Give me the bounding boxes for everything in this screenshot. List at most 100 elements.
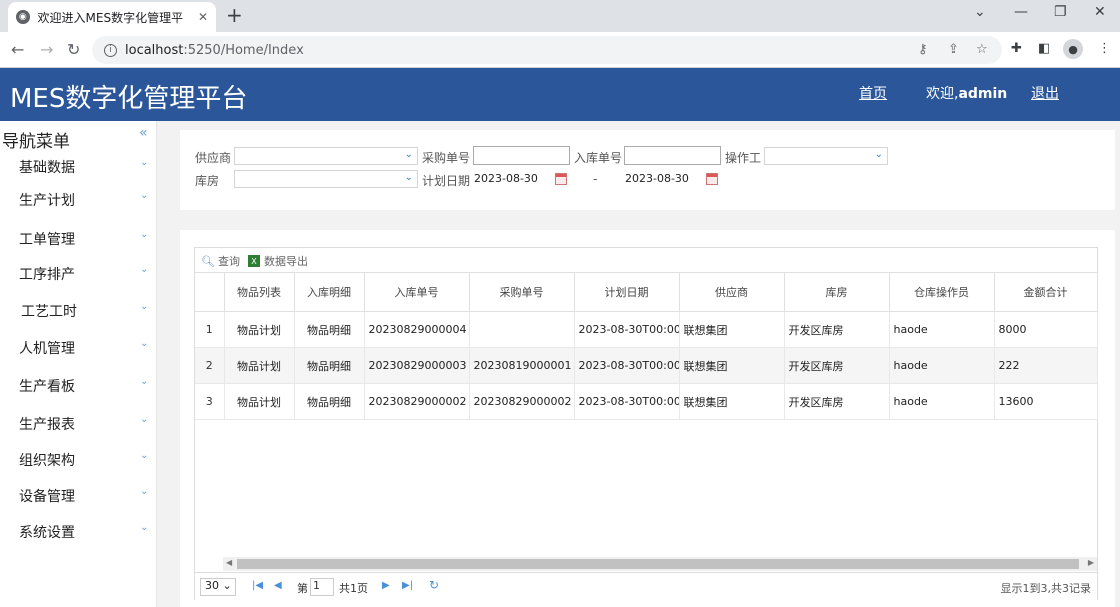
new-tab-button[interactable]: + (226, 5, 243, 25)
key-icon[interactable]: ⚷ (918, 42, 928, 57)
plan-date-cell: 2023-08-30T00:00:00 (574, 383, 680, 420)
sidebar-item-production-plan[interactable]: 生产计划 ⌄ (0, 187, 157, 213)
chevron-down-icon: ⌄ (140, 450, 149, 461)
scrollbar-thumb[interactable] (237, 559, 1079, 569)
extensions-icon[interactable]: ✚ (1011, 41, 1022, 56)
sidebar-item-scheduling[interactable]: 工序排产 ⌄ (0, 261, 157, 287)
profile-avatar[interactable]: ● (1063, 39, 1083, 59)
sidebar-item-label: 组织架构 (19, 453, 75, 469)
sidebar-item-settings[interactable]: 系统设置 ⌄ (0, 519, 157, 545)
logout-link[interactable]: 退出 (1031, 83, 1059, 103)
items-link[interactable]: 物品计划 (224, 347, 295, 384)
double-chevron-left-icon[interactable]: « (139, 125, 148, 141)
purchase-no-input[interactable] (473, 146, 570, 165)
sidebar-item-man-machine[interactable]: 人机管理 ⌄ (0, 335, 157, 361)
sidebar: 导航菜单 « 基础数据 ⌄ 生产计划 ⌄ 工单管理 ⌄ 工序排产 ⌄ 工艺工时 ⌄ 人机管… (0, 121, 157, 607)
forward-arrow-icon[interactable]: → (40, 40, 53, 59)
restore-button[interactable]: ❐ (1054, 4, 1067, 20)
sidepanel-icon[interactable]: ◧ (1038, 41, 1050, 56)
share-icon[interactable]: ⇪ (948, 42, 959, 57)
prev-page-icon[interactable]: ◀ (274, 580, 282, 591)
menu-dots-icon[interactable]: ⋮ (1098, 41, 1111, 56)
inbound-no-input[interactable] (624, 146, 721, 165)
chevron-down-icon: ⌄ (874, 149, 883, 160)
next-page-icon[interactable]: ▶ (382, 580, 390, 591)
sidebar-item-label: 设备管理 (19, 489, 75, 505)
close-icon[interactable]: ✕ (198, 10, 208, 24)
home-link[interactable]: 首页 (859, 83, 887, 103)
column-header[interactable]: 物品列表 (224, 272, 295, 312)
operator-select[interactable]: ⌄ (764, 147, 888, 165)
detail-link[interactable]: 物品明细 (294, 383, 365, 420)
info-icon[interactable]: i (104, 43, 117, 57)
grid-panel: 🔍︎ 查询 X 数据导出 物品列表 入库明细 入库单号 采购单号 计划日期 供应商 (180, 230, 1115, 607)
search-icon: 🔍︎ (201, 254, 215, 268)
table-row[interactable]: 2 物品计划 物品明细 20230829000003 2023081900000… (195, 347, 1098, 384)
detail-link[interactable]: 物品明细 (294, 347, 365, 384)
calendar-icon[interactable] (706, 173, 718, 185)
reload-icon[interactable]: ↻ (67, 40, 80, 59)
url-input[interactable]: i localhost:5250/Home/Index ⚷ ⇪ ☆ (92, 36, 1002, 64)
column-header[interactable]: 入库单号 (364, 272, 470, 312)
column-header[interactable]: 入库明细 (294, 272, 365, 312)
chevron-down-icon: ⌄ (140, 338, 149, 349)
chevron-down-icon: ⌄ (140, 414, 149, 425)
minimize-button[interactable]: — (1014, 4, 1028, 20)
sidebar-item-reports[interactable]: 生产报表 ⌄ (0, 411, 157, 437)
row-number: 2 (195, 347, 225, 384)
supplier-cell: 联想集团 (679, 311, 785, 348)
sidebar-item-equipment[interactable]: 设备管理 ⌄ (0, 483, 157, 509)
page-number-input[interactable]: 1 (310, 578, 334, 596)
operator-cell: haode (889, 347, 995, 384)
sidebar-item-dashboard[interactable]: 生产看板 ⌄ (0, 373, 157, 399)
table-row[interactable]: 1 物品计划 物品明细 20230829000004 2023-08-30T00… (195, 311, 1098, 348)
chevron-down-icon[interactable]: ⌄ (974, 4, 986, 20)
last-page-icon[interactable]: ▶| (402, 580, 413, 591)
query-button[interactable]: 🔍︎ 查询 (201, 253, 240, 269)
column-header[interactable]: 计划日期 (574, 272, 680, 312)
column-header[interactable]: 金额合计 (994, 272, 1098, 312)
table-header-row: 物品列表 入库明细 入库单号 采购单号 计划日期 供应商 库房 仓库操作员 金额… (195, 272, 1098, 312)
purchase-no-cell: 20230819000001 (469, 347, 575, 384)
amount-cell: 222 (994, 347, 1098, 384)
scroll-right-icon[interactable]: ▶ (1088, 558, 1094, 567)
sidebar-item-organization[interactable]: 组织架构 ⌄ (0, 447, 157, 473)
table-row[interactable]: 3 物品计划 物品明细 20230829000002 2023082900000… (195, 383, 1098, 420)
calendar-icon[interactable] (555, 173, 567, 185)
detail-link[interactable]: 物品明细 (294, 311, 365, 348)
column-header[interactable]: 仓库操作员 (889, 272, 995, 312)
sidebar-item-label: 基础数据 (19, 160, 75, 176)
page-prefix: 第 (297, 582, 308, 595)
column-header[interactable]: 库房 (784, 272, 890, 312)
sidebar-item-basic-data[interactable]: 基础数据 ⌄ (0, 154, 157, 180)
date-separator: - (593, 172, 598, 186)
date-to-input[interactable]: 2023-08-30 (622, 170, 702, 188)
date-from-input[interactable]: 2023-08-30 (471, 170, 551, 188)
refresh-icon[interactable]: ↻ (429, 578, 439, 592)
sidebar-item-process-hours[interactable]: 工艺工时 ⌄ (0, 298, 157, 324)
back-arrow-icon[interactable]: ← (11, 40, 24, 59)
chevron-down-icon: ⌄ (140, 157, 149, 168)
star-icon[interactable]: ☆ (976, 42, 988, 57)
items-link[interactable]: 物品计划 (224, 383, 295, 420)
horizontal-scrollbar[interactable]: ◀ ▶ (223, 557, 1097, 571)
first-page-icon[interactable]: |◀ (252, 580, 263, 591)
supplier-select[interactable]: ⌄ (234, 147, 418, 165)
row-number: 3 (195, 383, 225, 420)
rownum-header (195, 272, 225, 312)
chevron-down-icon: ⌄ (140, 486, 149, 497)
scroll-left-icon[interactable]: ◀ (226, 558, 232, 567)
column-header[interactable]: 采购单号 (469, 272, 575, 312)
supplier-cell: 联想集团 (679, 347, 785, 384)
browser-tab[interactable]: ◉ 欢迎进入MES数字化管理平 ✕ (8, 2, 216, 32)
inbound-table: 物品列表 入库明细 入库单号 采购单号 计划日期 供应商 库房 仓库操作员 金额… (195, 272, 1098, 420)
export-button[interactable]: X 数据导出 (248, 253, 308, 269)
column-header[interactable]: 供应商 (679, 272, 785, 312)
sidebar-item-work-order[interactable]: 工单管理 ⌄ (0, 226, 157, 252)
close-window-button[interactable]: ✕ (1094, 4, 1106, 20)
page-size-select[interactable]: 30 ⌄ (200, 578, 236, 596)
items-link[interactable]: 物品计划 (224, 311, 295, 348)
warehouse-select[interactable]: ⌄ (234, 170, 418, 188)
warehouse-cell: 开发区库房 (784, 383, 890, 420)
address-bar-row: ← → ↻ i localhost:5250/Home/Index ⚷ ⇪ ☆ (0, 32, 1120, 68)
